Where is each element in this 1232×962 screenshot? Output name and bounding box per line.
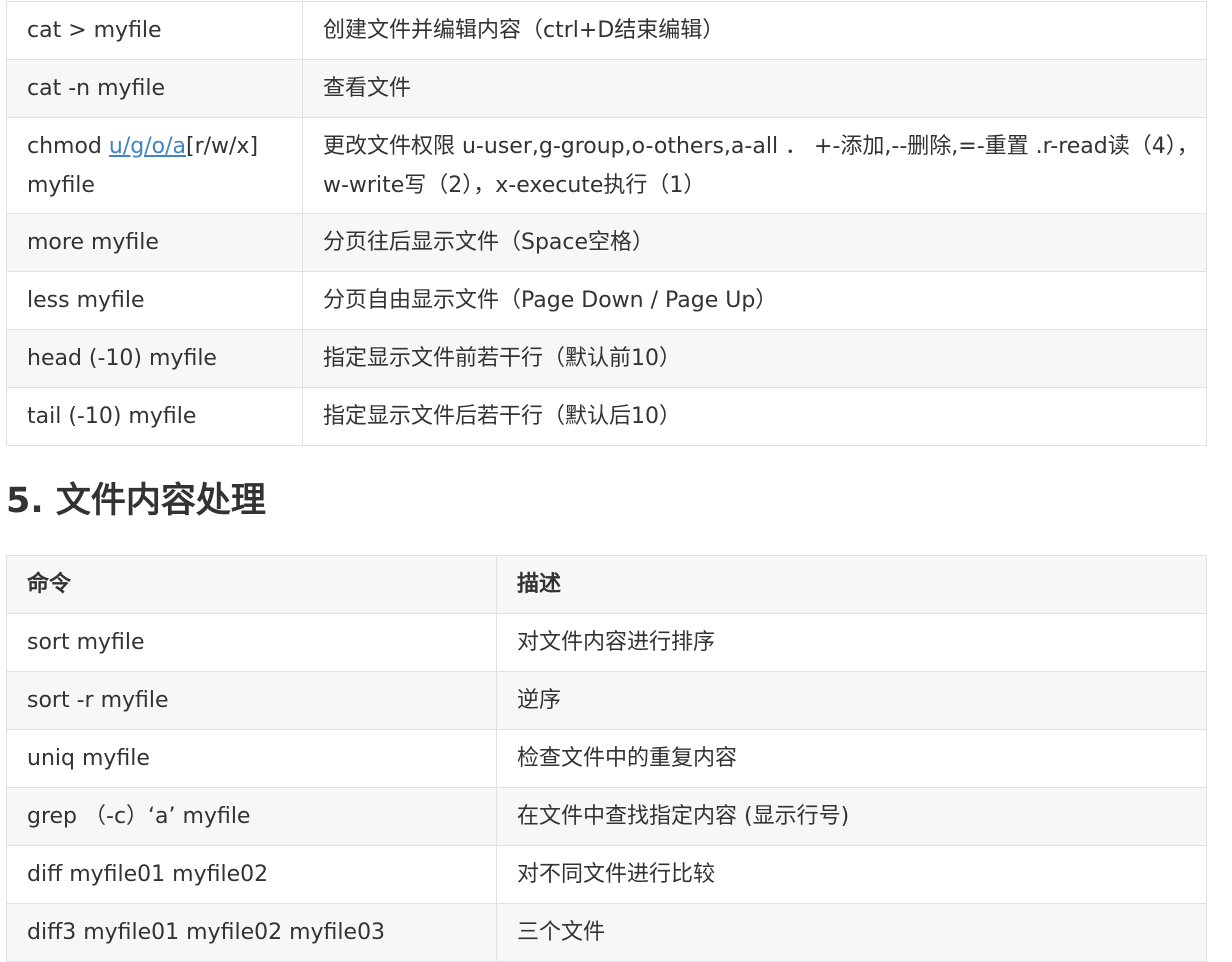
table-row: diff myfile01 myfile02 对不同文件进行比较: [6, 845, 1207, 904]
command-cell: sort -r myfile: [6, 671, 497, 730]
command-cell: tail (-10) myfile: [6, 387, 303, 446]
table-row: sort myfile 对文件内容进行排序: [6, 613, 1207, 672]
description-cell: 指定显示文件前若干行（默认前10）: [302, 329, 1207, 388]
description-cell: 分页自由显示文件（Page Down / Page Up）: [302, 271, 1207, 330]
command-prefix: chmod: [27, 133, 109, 159]
table-row: more myfile 分页往后显示文件（Space空格）: [6, 213, 1207, 272]
command-cell: cat -n myfile: [6, 59, 303, 118]
description-cell: 指定显示文件后若干行（默认后10）: [302, 387, 1207, 446]
ugoa-link[interactable]: u/g/o/a: [109, 134, 186, 159]
table-row: chmod u/g/o/a[r/w/x] myfile 更改文件权限 u-use…: [6, 117, 1207, 214]
table-row: less myfile 分页自由显示文件（Page Down / Page Up…: [6, 271, 1207, 330]
command-cell: diff3 myfile01 myfile02 myfile03: [6, 903, 497, 962]
file-view-commands-table: cat > myfile 创建文件并编辑内容（ctrl+D结束编辑） cat -…: [6, 1, 1207, 446]
table-row: tail (-10) myfile 指定显示文件后若干行（默认后10）: [6, 387, 1207, 446]
command-cell: grep （-c）‘a’ myfile: [6, 787, 497, 846]
command-cell: less myfile: [6, 271, 303, 330]
description-cell: 对文件内容进行排序: [496, 613, 1207, 672]
table-header-row: 命令 描述: [6, 555, 1207, 614]
description-cell: 对不同文件进行比较: [496, 845, 1207, 904]
column-header-command: 命令: [6, 555, 497, 614]
command-cell: sort myfile: [6, 613, 497, 672]
section-heading: 5. 文件内容处理: [6, 481, 266, 521]
table-row: diff3 myfile01 myfile02 myfile03 三个文件: [6, 903, 1207, 962]
command-cell: uniq myfile: [6, 729, 497, 788]
table-row: grep （-c）‘a’ myfile 在文件中查找指定内容 (显示行号): [6, 787, 1207, 846]
table-row: uniq myfile 检查文件中的重复内容: [6, 729, 1207, 788]
command-cell: more myfile: [6, 213, 303, 272]
table-row: cat > myfile 创建文件并编辑内容（ctrl+D结束编辑）: [6, 1, 1207, 60]
file-content-commands-table: 命令 描述 sort myfile 对文件内容进行排序 sort -r myfi…: [6, 555, 1207, 962]
table-row: head (-10) myfile 指定显示文件前若干行（默认前10）: [6, 329, 1207, 388]
description-cell: 检查文件中的重复内容: [496, 729, 1207, 788]
table-row: cat -n myfile 查看文件: [6, 59, 1207, 118]
description-cell: 三个文件: [496, 903, 1207, 962]
command-cell: head (-10) myfile: [6, 329, 303, 388]
command-cell: diff myfile01 myfile02: [6, 845, 497, 904]
description-cell: 逆序: [496, 671, 1207, 730]
command-cell: chmod u/g/o/a[r/w/x] myfile: [6, 117, 303, 214]
command-cell: cat > myfile: [6, 1, 303, 60]
description-cell: 查看文件: [302, 59, 1207, 118]
description-cell: 创建文件并编辑内容（ctrl+D结束编辑）: [302, 1, 1207, 60]
column-header-description: 描述: [496, 555, 1207, 614]
description-cell: 更改文件权限 u-user,g-group,o-others,a-all ． +…: [302, 117, 1207, 214]
description-cell: 在文件中查找指定内容 (显示行号): [496, 787, 1207, 846]
table-row: sort -r myfile 逆序: [6, 671, 1207, 730]
description-cell: 分页往后显示文件（Space空格）: [302, 213, 1207, 272]
